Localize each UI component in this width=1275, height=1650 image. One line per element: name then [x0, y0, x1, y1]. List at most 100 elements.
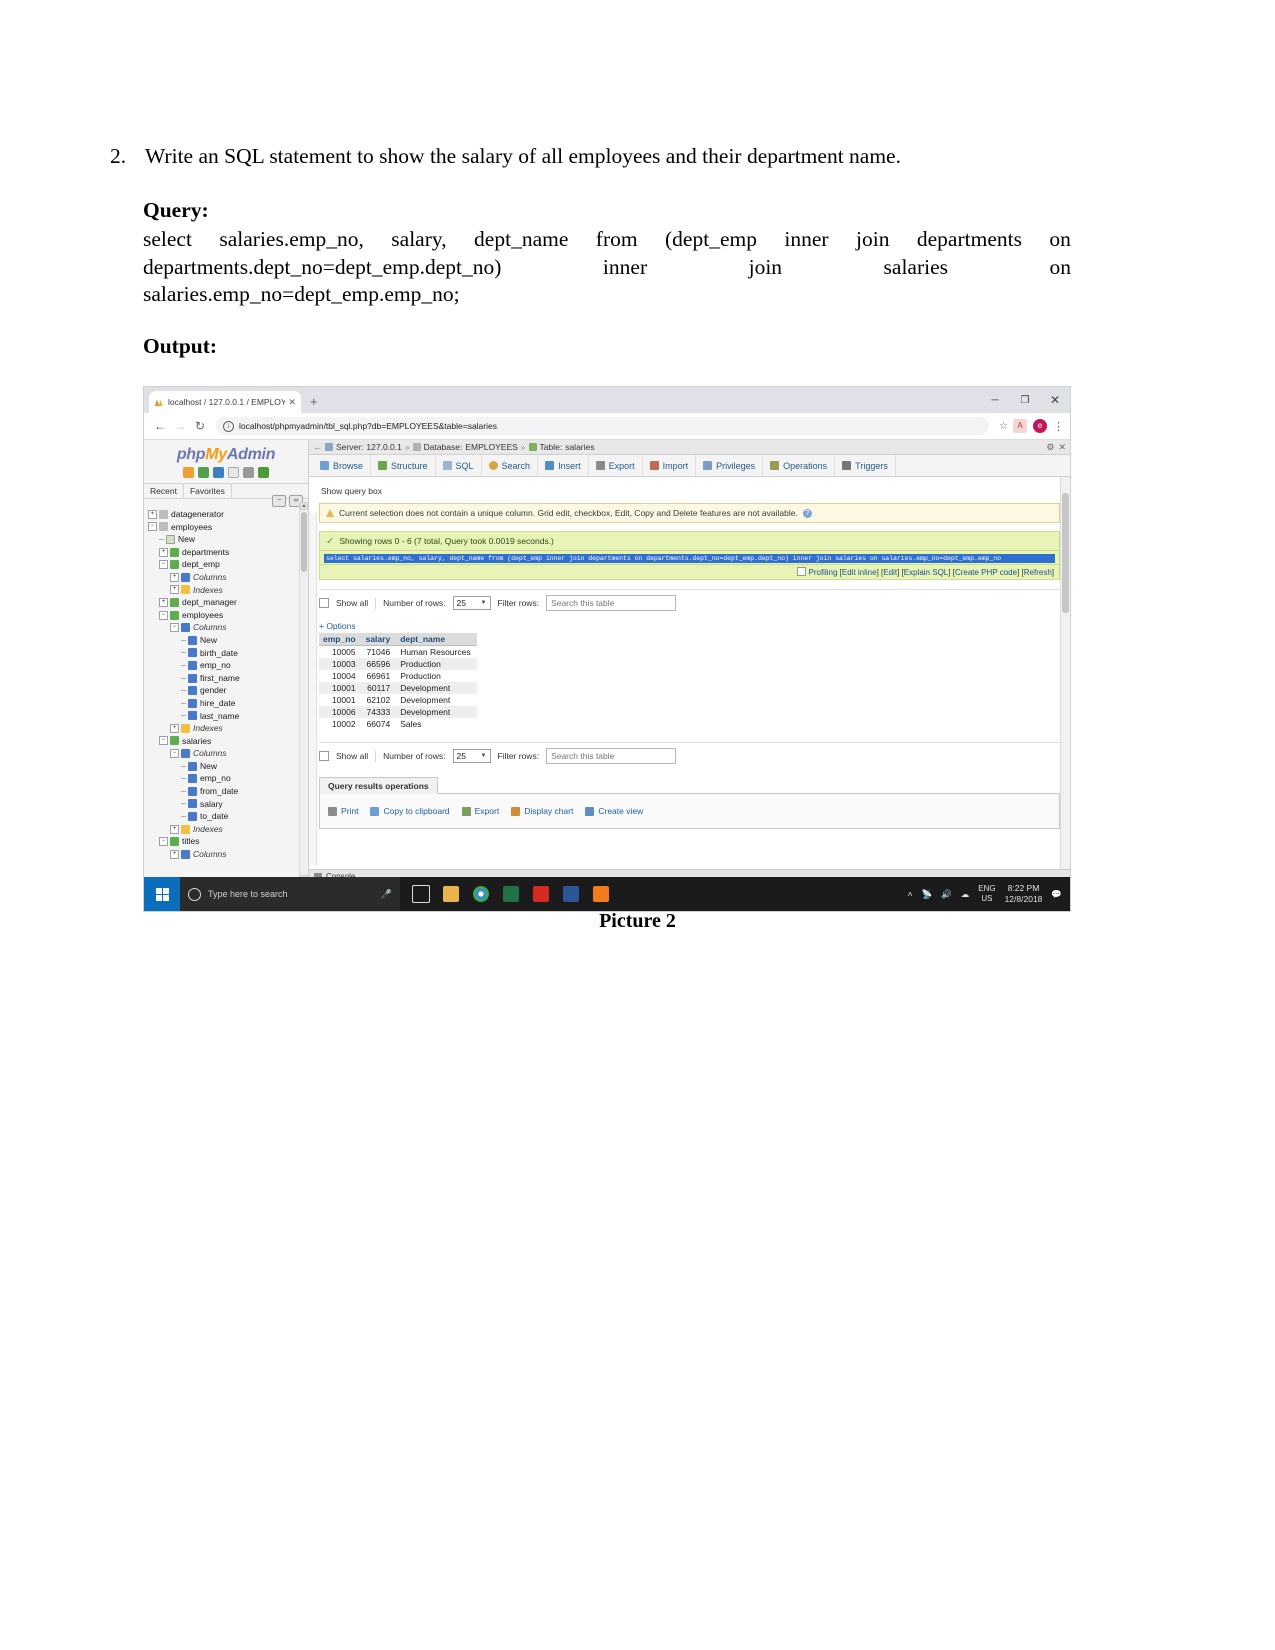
tree-node-columns[interactable]: − Columns [148, 747, 300, 760]
taskbar-search-box[interactable]: Type here to search 🎤 [180, 877, 400, 911]
microphone-icon[interactable]: 🎤 [381, 889, 392, 900]
nav-scrollbar[interactable] [299, 502, 308, 883]
minimize-button[interactable]: ─ [980, 387, 1010, 413]
network-icon[interactable]: 📡 [922, 889, 933, 900]
settings-gear-icon[interactable]: ⚙ [1046, 442, 1054, 453]
tree-node-salary[interactable]: salary [148, 798, 300, 811]
main-scrollbar[interactable] [1060, 477, 1070, 883]
wiki-icon[interactable] [228, 467, 239, 478]
column-header-emp-no[interactable]: emp_no [319, 633, 362, 646]
refresh-link[interactable]: Refresh [1024, 568, 1052, 577]
start-button[interactable] [144, 877, 180, 911]
expand-icon[interactable]: + [170, 723, 179, 733]
collapse-icon[interactable]: − [170, 749, 179, 759]
collapse-icon[interactable]: − [159, 560, 168, 570]
onedrive-icon[interactable]: ☁ [961, 889, 970, 900]
profiling-checkbox[interactable] [796, 567, 806, 576]
tree-node-hire-date[interactable]: hire_date [148, 697, 300, 710]
tab-structure[interactable]: Structure [371, 455, 436, 476]
expand-icon[interactable]: + [159, 597, 168, 607]
table-row[interactable]: 10001 60117 Development [319, 682, 477, 694]
task-view-icon[interactable] [406, 877, 436, 911]
collapse-icon[interactable]: − [148, 522, 157, 532]
tree-node-to-date[interactable]: to_date [148, 810, 300, 823]
tab-privileges[interactable]: Privileges [696, 455, 764, 476]
tree-node-new[interactable]: New [148, 533, 300, 546]
tree-node-new[interactable]: New [148, 760, 300, 773]
inner-left-scrollbar[interactable] [309, 513, 317, 865]
edit-link[interactable]: Edit [883, 568, 897, 577]
tree-node-columns[interactable]: + Columns [148, 848, 300, 861]
vlc-icon[interactable] [586, 877, 616, 911]
tab-browse[interactable]: Browse [313, 455, 372, 476]
filter-rows-input[interactable] [546, 595, 677, 611]
show-all-checkbox[interactable] [319, 751, 329, 761]
word-icon[interactable] [556, 877, 586, 911]
tree-node-birth-date[interactable]: birth_date [148, 647, 300, 660]
docs-icon[interactable] [213, 467, 224, 478]
tab-operations[interactable]: Operations [763, 455, 836, 476]
show-hidden-icons-chevron[interactable]: ˄ [908, 889, 913, 899]
edit-inline-link[interactable]: Edit inline [842, 568, 877, 577]
table-row[interactable]: 10002 66074 Sales [319, 718, 477, 730]
tab-search[interactable]: Search [482, 455, 539, 476]
taskbar-clock[interactable]: 8:22 PM 12/8/2018 [1005, 883, 1043, 905]
table-row[interactable]: 10005 71046 Human Resources [319, 645, 477, 658]
language-indicator[interactable]: ENG US [978, 884, 995, 904]
qop-print[interactable]: Print [328, 806, 358, 816]
expand-icon[interactable]: + [170, 849, 179, 859]
refresh-icon[interactable] [258, 467, 269, 478]
table-row[interactable]: 10001 62102 Development [319, 694, 477, 706]
reload-button[interactable]: ↻ [190, 419, 210, 433]
tree-node-salaries[interactable]: − salaries [148, 735, 300, 748]
table-row[interactable]: 10006 74333 Development [319, 706, 477, 718]
show-all-checkbox[interactable] [319, 598, 329, 608]
tree-node-new[interactable]: New [148, 634, 300, 647]
collapse-all-icon[interactable]: − [272, 495, 286, 507]
tree-node-first-name[interactable]: first_name [148, 672, 300, 685]
forward-button[interactable]: → [170, 419, 190, 433]
settings-icon[interactable] [243, 467, 254, 478]
sql-window-icon[interactable] [198, 467, 209, 478]
tree-node-dept-emp[interactable]: − dept_emp [148, 558, 300, 571]
tree-node-departments[interactable]: + departments [148, 546, 300, 559]
volume-icon[interactable]: 🔊 [941, 889, 952, 900]
breadcrumb-back-icon[interactable]: ← [313, 442, 322, 452]
bookmark-star-icon[interactable]: ☆ [999, 421, 1008, 432]
close-panel-icon[interactable]: ✕ [1058, 442, 1066, 453]
tree-node-indexes[interactable]: + Indexes [148, 722, 300, 735]
tree-node-last-name[interactable]: last_name [148, 710, 300, 723]
chrome-icon[interactable] [466, 877, 496, 911]
pdf-icon[interactable] [526, 877, 556, 911]
tree-node-emp-no[interactable]: emp_no [148, 659, 300, 672]
tab-triggers[interactable]: Triggers [835, 455, 896, 476]
collapse-icon[interactable]: − [170, 623, 179, 633]
expand-icon[interactable]: + [148, 509, 157, 519]
options-toggle-link[interactable]: + Options [319, 621, 1060, 631]
close-window-button[interactable]: ✕ [1040, 387, 1070, 413]
tree-node-titles[interactable]: − titles [148, 835, 300, 848]
nav-scrollbar-thumb[interactable] [301, 512, 307, 572]
collapse-icon[interactable]: − [159, 837, 168, 847]
expand-icon[interactable]: + [170, 585, 179, 595]
browser-menu-icon[interactable]: ⋮ [1053, 420, 1064, 433]
tab-import[interactable]: Import [643, 455, 697, 476]
tree-node-indexes[interactable]: + Indexes [148, 823, 300, 836]
browser-tab[interactable]: localhost / 127.0.0.1 / EMPLOYEE ✕ [149, 391, 301, 413]
table-row[interactable]: 10003 66596 Production [319, 658, 477, 670]
tree-node-from-date[interactable]: from_date [148, 785, 300, 798]
breadcrumb-database-value[interactable]: EMPLOYEES [465, 442, 517, 452]
home-icon[interactable] [183, 467, 194, 478]
explain-sql-link[interactable]: Explain SQL [904, 568, 948, 577]
column-header-salary[interactable]: salary [361, 633, 397, 646]
number-of-rows-select[interactable]: 25 ▼ [452, 749, 491, 763]
excel-icon[interactable] [496, 877, 526, 911]
main-scrollbar-thumb[interactable] [1062, 493, 1069, 613]
notification-icon[interactable]: 💬 [1051, 889, 1062, 900]
favorites-tab[interactable]: Favorites [184, 484, 232, 498]
sql-query-text[interactable]: select salaries.emp_no, salary, dept_nam… [324, 554, 1055, 563]
tab-export[interactable]: Export [589, 455, 643, 476]
tree-node-gender[interactable]: gender [148, 684, 300, 697]
address-bar[interactable]: i localhost/phpmyadmin/tbl_sql.php?db=EM… [216, 417, 990, 435]
show-query-box-link[interactable]: Show query box [321, 486, 1060, 496]
